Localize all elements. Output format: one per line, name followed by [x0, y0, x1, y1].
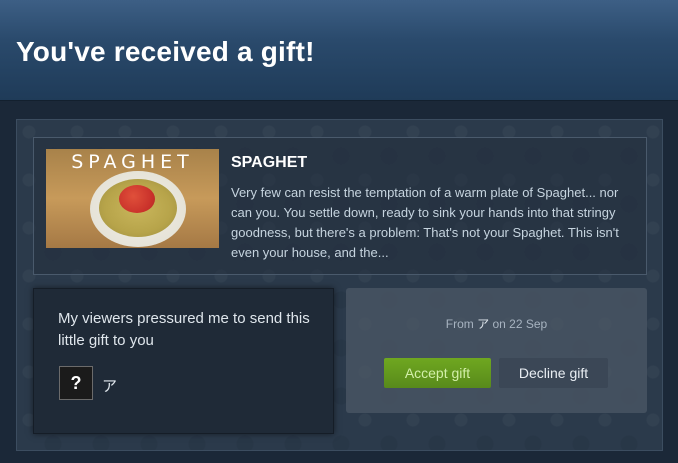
- page-header: You've received a gift!: [0, 0, 678, 101]
- gift-date: on 22 Sep: [492, 317, 548, 331]
- message-text: My viewers pressured me to send this lit…: [58, 310, 310, 349]
- game-card: SPAGHET SPAGHET Very few can resist the …: [33, 137, 647, 275]
- game-capsule-image[interactable]: SPAGHET: [46, 149, 219, 248]
- game-description: Very few can resist the temptation of a …: [231, 185, 619, 260]
- accept-gift-button[interactable]: Accept gift: [384, 358, 491, 388]
- avatar-placeholder-icon: ?: [70, 372, 82, 393]
- capsule-logo-text: SPAGHET: [71, 151, 194, 173]
- decline-gift-button[interactable]: Decline gift: [499, 358, 608, 388]
- gift-actions: From ア on 22 Sep Accept gift Decline gif…: [346, 288, 647, 413]
- page-title: You've received a gift!: [16, 36, 315, 67]
- avatar[interactable]: ?: [59, 366, 93, 400]
- game-title[interactable]: SPAGHET: [231, 154, 307, 172]
- sauce-illustration: [119, 185, 155, 213]
- from-prefix: From: [445, 317, 474, 331]
- gift-message: My viewers pressured me to send this lit…: [33, 288, 334, 434]
- sender-name[interactable]: ア: [102, 375, 117, 396]
- from-line: From ア on 22 Sep: [346, 315, 647, 332]
- from-name[interactable]: ア: [477, 317, 489, 331]
